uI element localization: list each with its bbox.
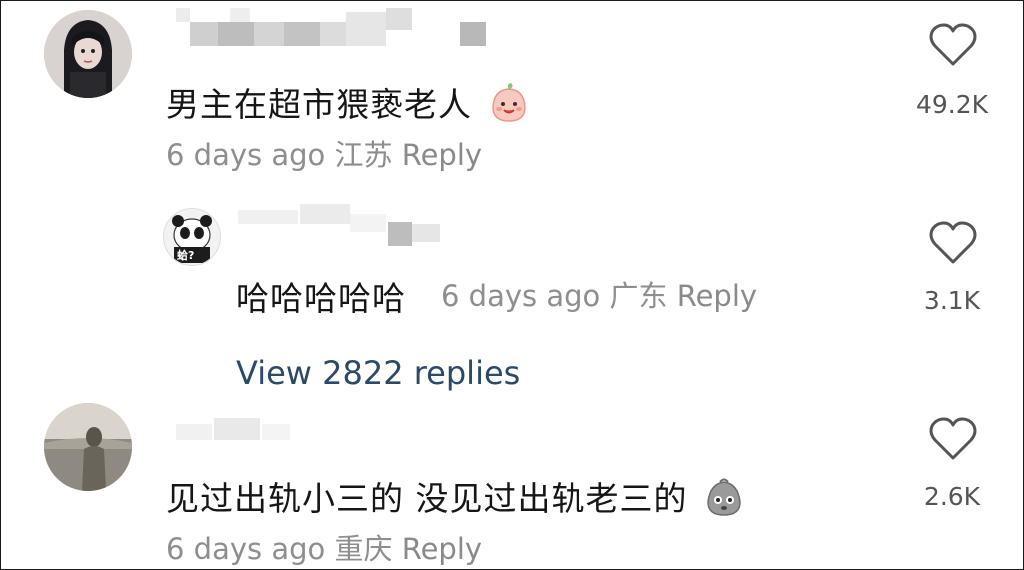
comment-3-like-button[interactable] (928, 416, 978, 462)
comment-2-location: 广东 (609, 279, 668, 313)
bag-emoji-icon (703, 476, 745, 526)
comment-3-like-count: 2.6K (923, 482, 981, 511)
comment-3-time: 6 days ago (166, 532, 326, 566)
comment-1-reply-button[interactable]: Reply (402, 138, 482, 172)
comment-1-meta: 6 days ago 江苏 Reply (166, 132, 482, 174)
comment-3-location: 重庆 (334, 532, 393, 566)
comment-3-reply-button[interactable]: Reply (402, 532, 482, 566)
comment-2-like-count: 3.1K (923, 286, 981, 315)
comment-3-avatar[interactable] (44, 403, 132, 491)
comment-3-meta: 6 days ago 重庆 Reply (166, 526, 482, 568)
heart-outline-icon (929, 23, 977, 66)
heart-outline-icon (929, 417, 977, 460)
peach-emoji-icon (488, 82, 530, 132)
comment-2-text: 哈哈哈哈哈 (236, 279, 406, 318)
comment-1-text: 男主在超市猥亵老人 (166, 78, 530, 132)
comment-3-text-content: 见过出轨小三的 没见过出轨老三的 (166, 479, 688, 518)
comment-2-avatar-caption: 蛤? (177, 249, 195, 262)
comment-1-like-button[interactable] (928, 22, 978, 68)
comment-1-location: 江苏 (334, 138, 393, 172)
view-replies-link[interactable]: View 2822 replies (236, 354, 520, 392)
comment-1-avatar[interactable] (44, 10, 132, 98)
comment-3-text: 见过出轨小三的 没见过出轨老三的 (166, 472, 745, 526)
comment-2-like-button[interactable] (928, 220, 978, 266)
comment-2-reply-button[interactable]: Reply (677, 279, 757, 313)
comment-1-text-content: 男主在超市猥亵老人 (166, 85, 472, 124)
heart-outline-icon (929, 221, 977, 264)
comment-1-like-count: 49.2K (915, 90, 989, 119)
comment-1-time: 6 days ago (166, 138, 326, 172)
comment-2-time: 6 days ago (441, 279, 601, 313)
comment-2-avatar[interactable]: 蛤? (163, 208, 221, 266)
comment-2-meta: 6 days ago 广东 Reply (441, 273, 757, 315)
